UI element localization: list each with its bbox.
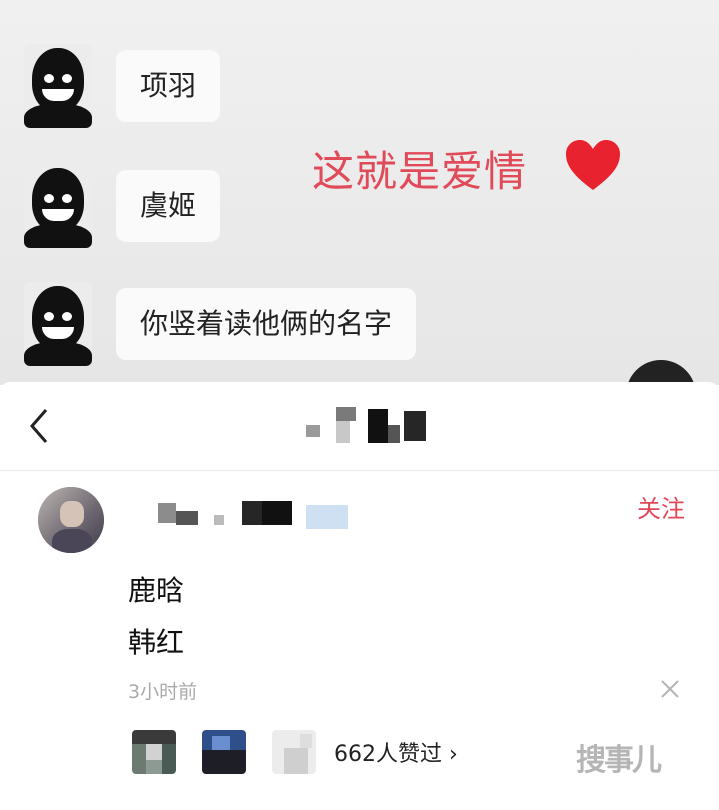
liker-avatar[interactable] xyxy=(202,730,246,774)
chat-bubble: 项羽 xyxy=(116,50,221,122)
chat-bubble: 虞姬 xyxy=(116,170,221,242)
chat-message: 项羽 xyxy=(24,44,221,128)
liker-avatar[interactable] xyxy=(132,730,176,774)
comment-text-line: 鹿晗 xyxy=(128,574,185,607)
close-icon[interactable] xyxy=(658,677,682,701)
back-icon[interactable] xyxy=(26,406,52,446)
avatar-icon xyxy=(24,282,92,366)
likes-count-link[interactable]: 662人赞过 › xyxy=(334,736,458,768)
liker-avatar[interactable] xyxy=(272,730,316,774)
username-pixelated[interactable] xyxy=(158,499,358,531)
comment-timestamp: 3小时前 xyxy=(128,681,198,703)
avatar-icon xyxy=(24,44,92,128)
nav-bar xyxy=(0,382,719,470)
chat-message: 虞姬 xyxy=(24,164,221,248)
user-avatar[interactable] xyxy=(38,487,104,553)
follow-button[interactable]: 关注 xyxy=(637,489,685,524)
chat-bubble: 你竖着读他俩的名字 xyxy=(116,288,417,360)
chat-message: 你竖着读他俩的名字 xyxy=(24,282,417,366)
watermark: 搜事儿 xyxy=(576,743,662,778)
chat-screenshot: 项羽 虞姬 你竖着读他俩的名字 这就是爱情 xyxy=(0,0,719,430)
comment-text-line: 韩红 xyxy=(128,626,185,659)
avatar-icon xyxy=(24,164,92,248)
divider xyxy=(0,470,719,471)
likers-row[interactable]: 662人赞过 › xyxy=(132,729,458,775)
heart-icon xyxy=(566,140,620,190)
nav-title-pixelated xyxy=(306,407,436,443)
overlay-caption: 这就是爱情 xyxy=(312,147,528,196)
